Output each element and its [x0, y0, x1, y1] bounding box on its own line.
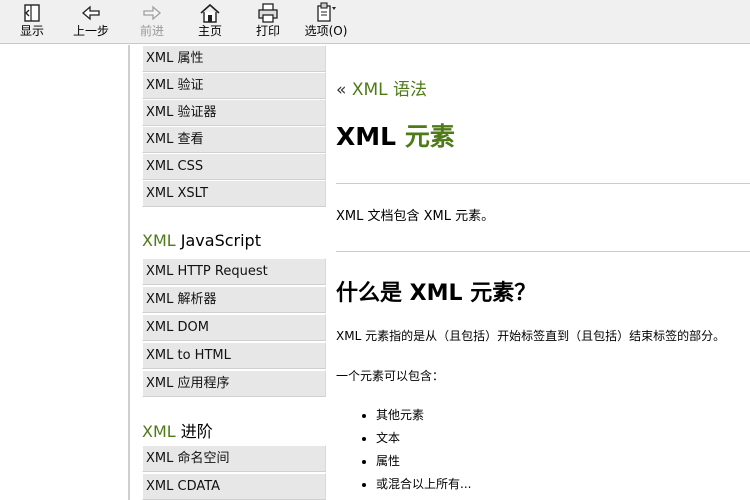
sidebar-item-xml-attributes[interactable]: XML 属性: [142, 45, 326, 72]
divider: [336, 183, 750, 184]
sidebar-heading-advanced: XML 进阶: [142, 422, 213, 441]
sidebar-item-xml-dom[interactable]: XML DOM: [142, 314, 326, 341]
sidebar-heading-javascript: XML JavaScript: [142, 231, 261, 250]
sidebar-item-xml-applications[interactable]: XML 应用程序: [142, 370, 326, 397]
sidebar-item-xml-parser[interactable]: XML 解析器: [142, 286, 326, 313]
sidebar-item-xml-namespaces[interactable]: XML 命名空间: [142, 445, 326, 472]
breadcrumb[interactable]: « XML 语法: [336, 75, 427, 100]
list-item: 或混合以上所有...: [376, 474, 471, 497]
back-arrow-icon: [78, 2, 104, 24]
home-label: 主页: [197, 24, 222, 38]
home-icon: [197, 2, 223, 24]
list-item: 属性: [376, 451, 471, 474]
can-contain-text: 一个元素可以包含：: [336, 369, 445, 383]
back-label: 上一步: [72, 24, 109, 38]
section-heading: 什么是 XML 元素？: [336, 281, 537, 306]
print-label: 打印: [255, 24, 280, 38]
home-button[interactable]: 主页: [192, 2, 228, 42]
forward-arrow-icon: [139, 2, 165, 24]
section-text: XML 元素指的是从（且包括）开始标签直到（且包括）结束标签的部分。: [336, 329, 726, 343]
sidebar-item-xml-http-request[interactable]: XML HTTP Request: [142, 258, 326, 285]
navigation-pane: [0, 45, 130, 500]
sidebar-item-xml-xslt[interactable]: XML XSLT: [142, 180, 326, 207]
element-content-list: 其他元素 文本 属性 或混合以上所有...: [358, 405, 471, 497]
divider: [336, 251, 750, 252]
back-button[interactable]: 上一步: [68, 2, 114, 42]
printer-icon: [255, 2, 281, 24]
main-content: « XML 语法 XML 元素 XML 文档包含 XML 元素。 什么是 XML…: [336, 45, 750, 500]
list-item: 文本: [376, 428, 471, 451]
toolbar: 显示 上一步 前进 主页 打印 选项(O): [0, 0, 750, 44]
intro-text: XML 文档包含 XML 元素。: [336, 209, 495, 224]
sidebar-item-xml-validation[interactable]: XML 验证: [142, 72, 326, 99]
sidebar-item-xml-validator[interactable]: XML 验证器: [142, 99, 326, 126]
forward-label: 前进: [139, 24, 164, 38]
options-button[interactable]: 选项(O): [302, 2, 350, 42]
sidebar-item-xml-cdata[interactable]: XML CDATA: [142, 473, 326, 500]
sidebar-item-xml-view[interactable]: XML 查看: [142, 126, 326, 153]
options-label: 选项(O): [304, 24, 348, 38]
sidebar-item-xml-css[interactable]: XML CSS: [142, 153, 326, 180]
show-pane-icon: [19, 2, 45, 24]
show-label: 显示: [19, 24, 44, 38]
page-title: XML 元素: [336, 122, 455, 151]
print-button[interactable]: 打印: [250, 2, 286, 42]
sidebar-item-xml-to-html[interactable]: XML to HTML: [142, 342, 326, 369]
forward-button[interactable]: 前进: [134, 2, 170, 42]
list-item: 其他元素: [376, 405, 471, 428]
options-icon: [313, 2, 339, 24]
show-button[interactable]: 显示: [14, 2, 50, 42]
